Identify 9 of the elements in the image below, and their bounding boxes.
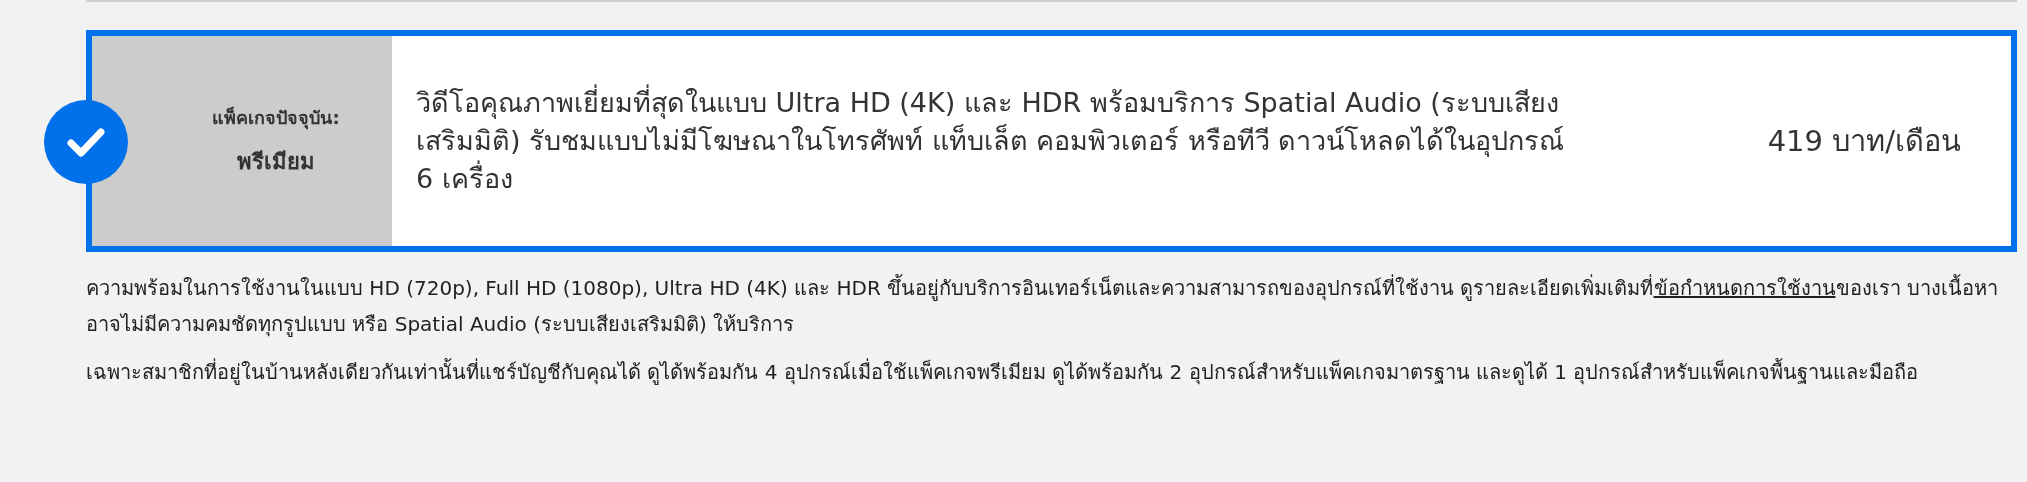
plan-description: วิดีโอคุณภาพเยี่ยมที่สุดในแบบ Ultra HD (4K) และ HDR พร้อมบริการ Spatial Audio (ระบบเสียงเสริมมิติ) รับชมแบบไม่มีโฆษณาในโทรศัพท์ แท็บเล็ต คอมพิวเตอร์ หรือทีวี ดาวน์โหลดได้ในอุปกรณ์ 6 เครื่อง [416, 84, 1566, 198]
plan-price: 419 บาท/เดือน [1766, 123, 1962, 160]
plan-name: พรีเมียม [237, 148, 315, 176]
plan-label: แพ็คเกจปัจจุบัน: [212, 105, 340, 132]
terms-link[interactable]: ข้อกำหนดการใช้งาน [1653, 276, 1836, 300]
checkmark-icon [44, 100, 128, 184]
plan-card[interactable] [86, 30, 2017, 252]
note-text: ความพร้อมในการใช้งานในแบบ HD (720p), Full HD (1080p), Ultra HD (4K) และ HDR ขึ้นอยู่กับบริการอินเทอร์เน็ตและความสามารถของอุปกรณ์ที่ใช้งาน ดูรายละเอียดเพิ่มเติมที่ข้อกำหนดการใช้งานของเรา บางเนื้อหาอาจไม่มีความคมชัดทุกรูปแบบ หรือ Spatial Audio (ระบบเสียงเสริมมิติ) ให้บริการ [86, 273, 1999, 339]
note-text: เฉพาะสมาชิกที่อยู่ในบ้านหลังเดียวกันเท่านั้นที่แชร์บัญชีกับคุณได้ ดูได้พร้อมกัน 4 อุปกรณ์เมื่อใช้แพ็คเกจพรีเมียม ดูได้พร้อมกัน 2 อุปกรณ์สำหรับแพ็คเกจมาตรฐาน และดูได้ 1 อุปกรณ์สำหรับแพ็คเกจพื้นฐานและมือถือ [86, 357, 1920, 387]
